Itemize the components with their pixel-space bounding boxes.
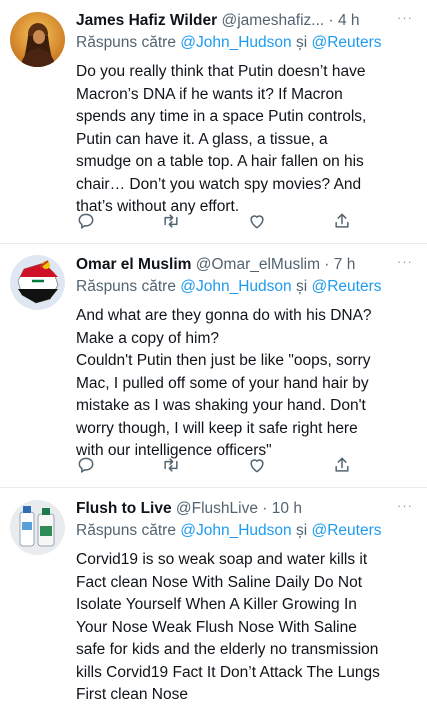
more-options-icon[interactable]: ··· [397, 251, 413, 273]
tweet-text: Do you really think that Putin doesn’t h… [76, 63, 367, 215]
mention-link[interactable]: @John_Hudson [180, 34, 291, 51]
like-icon[interactable] [247, 211, 267, 231]
retweet-icon[interactable] [161, 455, 181, 475]
reply-context: Răspuns către @John_Hudson și @Reuters [76, 520, 413, 542]
reply-prefix: Răspuns către [76, 34, 181, 51]
tweet[interactable]: Flush to Live @FlushLive · 10 h ··· Răsp… [0, 488, 427, 703]
retweet-icon[interactable] [161, 211, 181, 231]
mention-link[interactable]: @Reuters [311, 522, 381, 539]
tweet-text: Corvid19 is so weak soap and water kills… [76, 551, 380, 703]
mention-link[interactable]: @Reuters [311, 34, 381, 51]
tweet-actions [76, 455, 356, 475]
like-icon[interactable] [247, 455, 267, 475]
author-handle[interactable]: @Omar_elMuslim [196, 256, 320, 273]
avatar[interactable] [10, 500, 65, 555]
mention-link[interactable]: @John_Hudson [180, 522, 291, 539]
reply-prefix: Răspuns către [76, 278, 181, 295]
tweet[interactable]: James Hafiz Wilder @jameshafiz... · 4 h … [0, 0, 427, 243]
author-handle[interactable]: @FlushLive [176, 500, 258, 517]
author-name[interactable]: Omar el Muslim [76, 256, 191, 273]
tweet-text: And what are they gonna do with his DNA?… [76, 307, 372, 459]
timestamp[interactable]: 4 h [338, 12, 360, 29]
reply-prefix: Răspuns către [76, 522, 181, 539]
separator-dot: · [324, 12, 338, 29]
separator-dot: · [257, 500, 272, 517]
tweet-header: James Hafiz Wilder @jameshafiz... · 4 h … [76, 10, 413, 32]
reply-context: Răspuns către @John_Hudson și @Reuters [76, 276, 413, 298]
author-name[interactable]: Flush to Live [76, 500, 172, 517]
author-handle[interactable]: @jameshafiz... [221, 12, 324, 29]
mention-link[interactable]: @John_Hudson [180, 278, 291, 295]
timestamp[interactable]: 7 h [334, 256, 356, 273]
mention-link[interactable]: @Reuters [311, 278, 381, 295]
reply-context: Răspuns către @John_Hudson și @Reuters [76, 32, 413, 54]
reply-join: și [291, 34, 312, 51]
reply-icon[interactable] [76, 455, 96, 475]
avatar[interactable] [10, 255, 65, 310]
separator-dot: · [320, 256, 334, 273]
tweet-feed: James Hafiz Wilder @jameshafiz... · 4 h … [0, 0, 427, 703]
more-options-icon[interactable]: ··· [397, 495, 413, 517]
timestamp[interactable]: 10 h [272, 500, 302, 517]
share-icon[interactable] [332, 211, 352, 231]
author-name[interactable]: James Hafiz Wilder [76, 12, 217, 29]
tweet-actions [76, 211, 356, 231]
tweet-header: Flush to Live @FlushLive · 10 h ··· [76, 498, 413, 520]
reply-icon[interactable] [76, 211, 96, 231]
more-options-icon[interactable]: ··· [397, 7, 413, 29]
tweet-header: Omar el Muslim @Omar_elMuslim · 7 h ··· [76, 254, 413, 276]
share-icon[interactable] [332, 455, 352, 475]
avatar[interactable] [10, 12, 65, 67]
reply-join: și [291, 522, 312, 539]
reply-join: și [291, 278, 312, 295]
tweet[interactable]: Omar el Muslim @Omar_elMuslim · 7 h ··· … [0, 244, 427, 487]
